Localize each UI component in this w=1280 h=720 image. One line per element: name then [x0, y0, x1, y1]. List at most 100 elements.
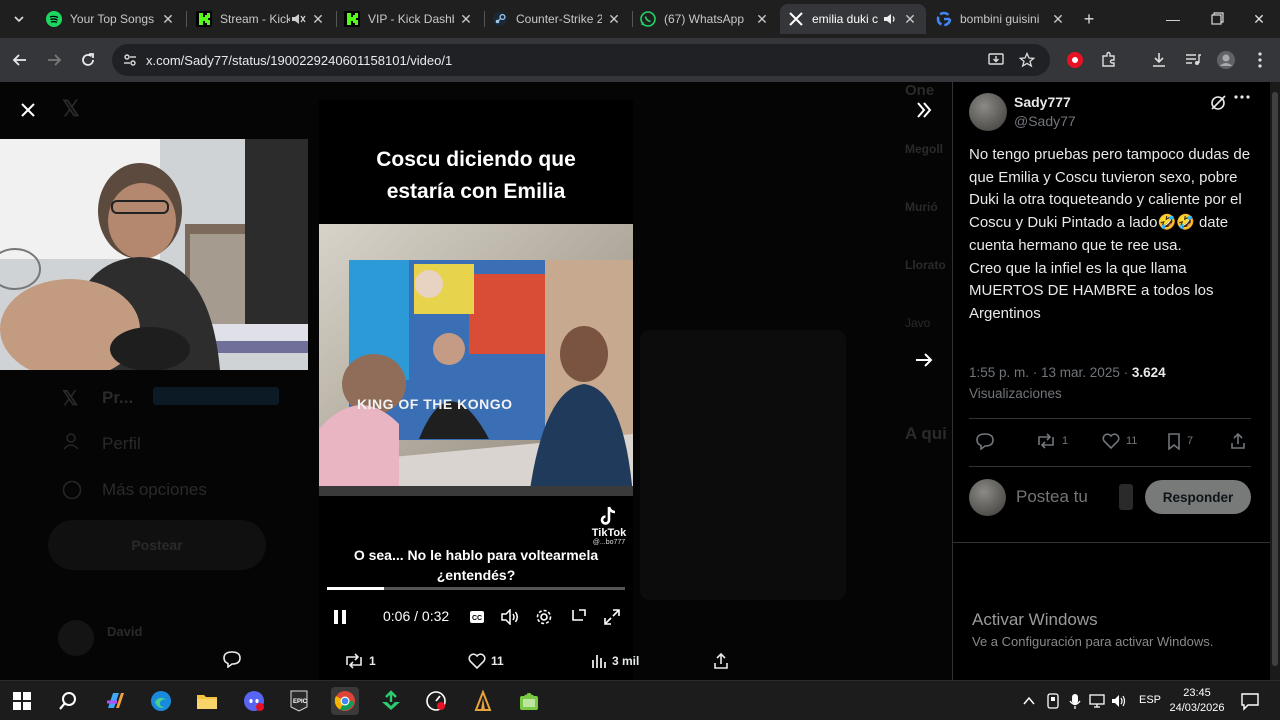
scroll-stepper[interactable] [1119, 484, 1133, 510]
sidebar-item-profile[interactable]: Perfil [102, 434, 141, 454]
system-clock[interactable]: 23:45 24/03/2026 [1168, 686, 1226, 716]
reply-bubble-icon [975, 432, 995, 450]
media-control-icon[interactable] [1183, 50, 1203, 70]
tweet-timestamp[interactable]: 1:55 p. m. · 13 mar. 2025 · [969, 365, 1132, 380]
address-bar[interactable]: x.com/Sady77/status/1900229240601158101/… [112, 44, 1050, 76]
notification-center-button[interactable] [1240, 691, 1260, 711]
menu-kebab-icon[interactable] [1250, 50, 1270, 70]
profile-avatar[interactable] [1216, 50, 1236, 70]
show-hidden-icons-button[interactable] [1021, 693, 1037, 709]
video-progress-bar[interactable] [327, 587, 625, 590]
sidebar-item-more[interactable]: Más opciones [102, 480, 207, 500]
tab-kick-dashboard[interactable]: VIP - Kick Dashboard ✕ [336, 4, 482, 34]
video-share-button[interactable] [712, 652, 734, 670]
post-button-bg[interactable]: Postear [48, 520, 266, 570]
restore-button[interactable] [1204, 8, 1228, 30]
minimize-button[interactable]: — [1161, 8, 1185, 30]
extensions-puzzle-icon[interactable] [1099, 50, 1119, 70]
new-tab-button[interactable]: + [1077, 8, 1101, 30]
search-button[interactable] [54, 687, 82, 715]
taskbar-chrome[interactable] [331, 687, 359, 715]
collapse-panel-button[interactable] [912, 98, 936, 122]
captions-button[interactable]: CC [466, 606, 488, 628]
taskbar-steam-recorder[interactable] [422, 687, 450, 715]
video-subtitle: O sea... No le hablo para voltearmela ¿e… [319, 545, 633, 585]
speaker-icon[interactable] [882, 12, 898, 26]
microphone-icon [1069, 693, 1081, 709]
taskbar-app-green[interactable] [377, 687, 405, 715]
more-horizontal-icon [1233, 94, 1255, 100]
reply-action[interactable] [975, 432, 1000, 450]
tray-device-icon[interactable] [1045, 693, 1061, 709]
star-icon[interactable] [1019, 52, 1035, 68]
close-viewer-button[interactable] [18, 100, 38, 120]
scrollbar-thumb[interactable] [1272, 92, 1278, 666]
taskbar-epic-games[interactable]: EPIC [285, 687, 313, 715]
author-avatar[interactable] [969, 93, 1007, 131]
volume-button[interactable] [499, 606, 521, 628]
close-icon[interactable]: ✕ [160, 11, 176, 28]
author-name[interactable]: Sady777 [1014, 94, 1071, 110]
grok-button[interactable] [1209, 94, 1229, 114]
taskbar-explorer[interactable] [193, 687, 221, 715]
reply-input[interactable] [1016, 487, 1116, 507]
back-button[interactable] [8, 48, 32, 72]
extension-record-icon[interactable] [1065, 50, 1085, 70]
grok-icon [1209, 94, 1229, 112]
close-icon[interactable]: ✕ [1050, 11, 1066, 28]
video-reply-button[interactable] [222, 650, 246, 668]
tab-kick-stream[interactable]: Stream - Kick ✕ [188, 4, 334, 34]
muted-speaker-icon[interactable] [290, 12, 306, 26]
close-icon[interactable]: ✕ [902, 11, 918, 28]
pause-button[interactable] [329, 606, 351, 628]
video-player[interactable]: Coscu diciendo que estaría con Emilia KI… [319, 100, 633, 680]
author-handle[interactable]: @Sady77 [1014, 113, 1076, 129]
like-action[interactable]: 11 [1101, 432, 1137, 450]
tab-spotify[interactable]: Your Top Songs ✕ [38, 4, 184, 34]
close-window-button[interactable]: ✕ [1247, 8, 1271, 30]
forward-button[interactable] [42, 48, 66, 72]
settings-button[interactable] [533, 606, 555, 628]
page-scrollbar[interactable] [1270, 82, 1280, 680]
tab-x-active[interactable]: emilia duki c ✕ [780, 4, 926, 34]
repost-action[interactable]: 1 [1035, 432, 1068, 450]
fullscreen-button[interactable] [601, 606, 623, 628]
divider [953, 542, 1271, 543]
download-icon[interactable] [1149, 50, 1169, 70]
close-icon[interactable]: ✕ [310, 11, 326, 28]
bookmark-action[interactable]: 7 [1166, 432, 1193, 450]
search-icon [58, 691, 78, 711]
tab-google[interactable]: bombini guisini ✕ [928, 4, 1074, 34]
taskbar-copilot[interactable] [101, 687, 129, 715]
install-app-icon[interactable] [988, 52, 1006, 68]
tray-volume[interactable] [1111, 693, 1127, 709]
video-views[interactable]: 3 mil [590, 652, 639, 670]
input-language[interactable]: ESP [1139, 694, 1161, 706]
close-icon[interactable]: ✕ [754, 11, 770, 28]
tray-microphone[interactable] [1067, 693, 1083, 709]
sidebar-item-premium[interactable]: Pr... [102, 388, 133, 408]
start-button[interactable] [8, 687, 36, 715]
share-action[interactable] [1229, 432, 1252, 450]
more-options-button[interactable] [1233, 94, 1255, 114]
video-frame[interactable]: KING OF THE KONGO [319, 224, 633, 496]
tab-title: Stream - Kick [220, 12, 290, 26]
taskbar-android-app[interactable] [515, 687, 543, 715]
taskbar-edge[interactable] [147, 687, 175, 715]
reload-button[interactable] [76, 48, 100, 72]
close-icon[interactable]: ✕ [458, 11, 474, 28]
reply-button[interactable]: Responder [1145, 480, 1251, 514]
tab-whatsapp[interactable]: (67) WhatsApp ✕ [632, 4, 778, 34]
tab-counter-strike[interactable]: Counter-Strike 2 ✕ [484, 4, 630, 34]
video-like-button[interactable]: 11 [467, 652, 504, 670]
dock-button[interactable] [567, 606, 589, 628]
like-count: 11 [491, 654, 504, 668]
close-icon[interactable]: ✕ [606, 11, 622, 28]
tray-network[interactable] [1089, 693, 1105, 709]
tab-search-button[interactable] [6, 6, 32, 32]
taskbar-discord[interactable] [240, 687, 268, 715]
video-retweet-button[interactable]: 1 [343, 652, 376, 670]
next-media-button[interactable] [912, 348, 936, 372]
site-settings-icon[interactable] [122, 52, 138, 68]
taskbar-app-amber[interactable] [469, 687, 497, 715]
